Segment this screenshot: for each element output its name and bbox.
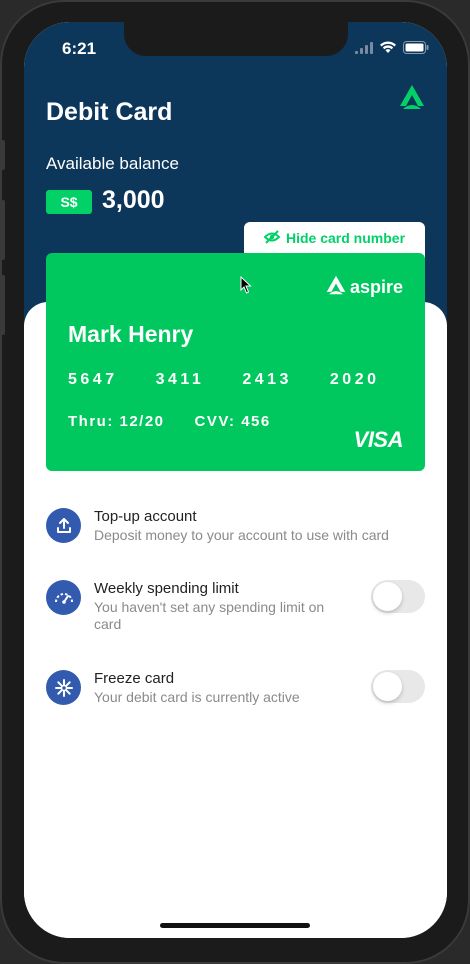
card-holder-name: Mark Henry xyxy=(68,321,194,347)
card-number-group: 2413 xyxy=(242,371,292,388)
signal-icon xyxy=(355,41,373,59)
gauge-icon xyxy=(46,580,81,615)
toggle-knob xyxy=(373,672,402,701)
card-number-group: 3411 xyxy=(155,371,205,388)
home-indicator[interactable] xyxy=(160,923,310,928)
card-number: 5647 3411 2413 2020 xyxy=(68,371,380,389)
card-brand-text: aspire xyxy=(349,277,403,297)
eye-off-icon xyxy=(263,230,281,247)
card-expiry: Thru: 12/20 xyxy=(68,413,165,430)
menu-item-spending-limit[interactable]: Weekly spending limit You haven't set an… xyxy=(46,580,425,632)
phone-frame: 6:21 Debit Card Available balance S$ 3,0… xyxy=(0,0,470,964)
hide-card-number-label: Hide card number xyxy=(285,230,406,246)
toggle-knob xyxy=(373,582,402,611)
volume-down-button xyxy=(0,275,5,335)
menu-item-description: Your debit card is currently active xyxy=(94,689,300,705)
card-cvv: CVV: 456 xyxy=(194,413,271,430)
spending-limit-toggle[interactable] xyxy=(371,580,425,613)
page-title: Debit Card xyxy=(46,98,173,126)
battery-icon xyxy=(403,41,429,59)
debit-card[interactable]: aspire Mark Henry 5647 3411 2413 2020 Th… xyxy=(46,253,425,471)
notch xyxy=(124,22,348,56)
snowflake-icon xyxy=(46,670,81,705)
card-meta: Thru: 12/20 CVV: 456 xyxy=(68,413,271,430)
menu-item-description: Deposit money to your account to use wit… xyxy=(94,527,389,543)
menu-item-description: You haven't set any spending limit on ca… xyxy=(94,599,325,632)
freeze-card-toggle[interactable] xyxy=(371,670,425,703)
card-number-group: 5647 xyxy=(68,371,118,388)
menu-item-title: Freeze card xyxy=(94,670,175,687)
card-brand: aspire xyxy=(326,275,403,300)
screen: 6:21 Debit Card Available balance S$ 3,0… xyxy=(24,22,447,938)
upload-icon xyxy=(46,508,81,543)
volume-up-button xyxy=(0,200,5,260)
visa-logo: VISA xyxy=(353,427,404,452)
balance-label: Available balance xyxy=(46,154,179,173)
status-time: 6:21 xyxy=(62,39,97,58)
menu-item-top-up[interactable]: Top-up account Deposit money to your acc… xyxy=(46,508,425,548)
currency-badge: S$ xyxy=(46,190,92,214)
wifi-icon xyxy=(379,41,397,59)
menu-item-title: Top-up account xyxy=(94,508,197,525)
menu-item-title: Weekly spending limit xyxy=(94,580,239,597)
balance-amount: 3,000 xyxy=(102,186,165,214)
status-icons xyxy=(355,41,429,59)
aspire-logo-icon xyxy=(399,84,425,110)
aspire-logo-icon xyxy=(326,275,346,300)
card-number-group: 2020 xyxy=(329,371,380,388)
menu-item-freeze-card[interactable]: Freeze card Your debit card is currently… xyxy=(46,670,425,710)
mute-switch xyxy=(0,140,5,170)
mouse-cursor-icon xyxy=(240,275,252,299)
